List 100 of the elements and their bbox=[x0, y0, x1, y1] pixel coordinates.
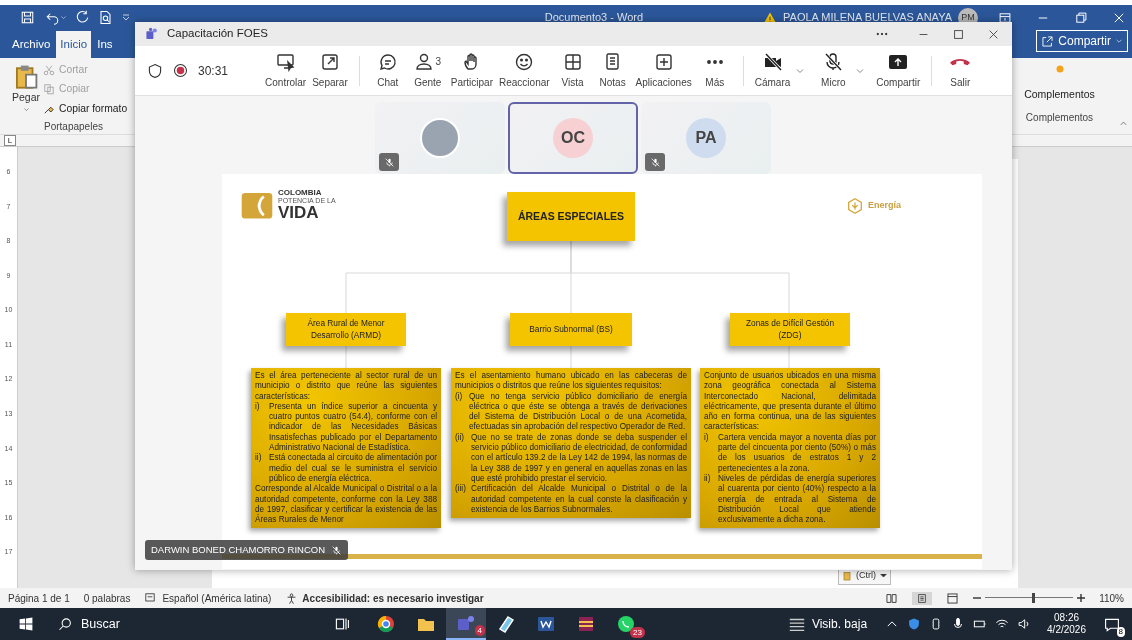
people-button[interactable]: 3 Gente bbox=[407, 51, 448, 90]
caret-icon bbox=[880, 573, 887, 579]
description-text: Es el asentamiento humano ubicado en las cabeceras de municipios o distritos que reúne los siguientes requisitos: bbox=[455, 371, 687, 392]
taskbar-app[interactable]: 23 bbox=[606, 608, 646, 640]
ribbon-tab[interactable]: Ins bbox=[93, 30, 117, 58]
zoom-slider[interactable] bbox=[985, 593, 1074, 603]
clock-date[interactable]: 4/2/2026 bbox=[1047, 624, 1086, 637]
shield-icon bbox=[147, 62, 163, 79]
logo-text: VIDA bbox=[278, 204, 320, 221]
presenter-name: DARWIN BONED CHAMORRO RINCON bbox=[151, 543, 325, 557]
org-chart-node: Zonas de Difícil Gestión (ZDG) bbox=[730, 313, 850, 346]
page-count: Página 1 de 1 bbox=[8, 591, 70, 606]
notification-count: 4 bbox=[474, 625, 485, 636]
web-layout-icon[interactable] bbox=[946, 591, 960, 605]
video-tile[interactable] bbox=[375, 102, 505, 174]
add-icon bbox=[653, 51, 674, 72]
paste-button[interactable]: Pegar bbox=[12, 62, 41, 119]
maximize-icon[interactable] bbox=[952, 27, 965, 41]
ribbon-tab[interactable]: Archivo bbox=[8, 30, 55, 58]
windows-start-icon[interactable] bbox=[18, 616, 34, 632]
list-item-text: Está conectada al circuito de alimentación por medio del cual se le suministra el servicio público de energía eléctrica. bbox=[269, 453, 437, 484]
video-tile[interactable]: PA bbox=[641, 102, 771, 174]
notes-button[interactable]: Notas bbox=[592, 51, 633, 90]
meeting-title: Capacitación FOES bbox=[167, 26, 268, 42]
save-icon[interactable] bbox=[20, 10, 35, 25]
clock-time[interactable]: 08:26 bbox=[1054, 611, 1080, 624]
participant-avatar: PA bbox=[686, 118, 726, 158]
list-marker: (i) bbox=[455, 391, 464, 403]
org-chart-node: ÁREAS ESPECIALES bbox=[507, 192, 635, 241]
ribbon-tab[interactable]: Inicio bbox=[56, 30, 92, 58]
customize-icon[interactable] bbox=[121, 12, 131, 23]
raise-hand-button[interactable]: Participar bbox=[447, 51, 496, 90]
meeting-timer: 30:31 bbox=[198, 62, 229, 80]
description-text: Es el área perteneciente al sector rural de un municipio o distrito que reúne las siguientes características: bbox=[255, 371, 437, 402]
tab-selector[interactable]: L bbox=[4, 135, 16, 146]
addins-icon bbox=[1054, 64, 1065, 74]
chat-icon bbox=[377, 51, 398, 72]
pop-out-icon bbox=[319, 51, 340, 72]
print-preview-icon[interactable] bbox=[98, 10, 113, 25]
energy-logo-icon bbox=[846, 196, 864, 216]
search-box[interactable]: Buscar bbox=[54, 608, 314, 640]
leave-button[interactable]: Salir bbox=[940, 51, 981, 90]
addins-button[interactable]: Complementos bbox=[1018, 80, 1101, 110]
microphone-off-icon bbox=[383, 156, 395, 168]
restore-icon[interactable] bbox=[1074, 10, 1088, 25]
teams-icon bbox=[456, 613, 476, 633]
clipboard-icon bbox=[842, 570, 852, 581]
notifications-icon[interactable] bbox=[1104, 616, 1120, 633]
group-label: Portapapeles bbox=[43, 120, 104, 134]
teams-logo-icon bbox=[145, 27, 159, 41]
accessibility-status[interactable]: Accesibilidad: es necesario investigar bbox=[302, 590, 484, 606]
org-chart-node: Área Rural de Menor Desarrollo (ARMD) bbox=[286, 313, 406, 346]
notepad-icon bbox=[496, 614, 516, 634]
control-button[interactable]: Controlar bbox=[262, 51, 310, 90]
people-icon bbox=[414, 51, 435, 72]
react-button[interactable]: Reaccionar bbox=[496, 51, 553, 90]
smiley-icon bbox=[514, 51, 535, 72]
taskbar-app[interactable]: 4 bbox=[446, 608, 486, 640]
share-button[interactable]: Compartir bbox=[1036, 30, 1128, 52]
pop-out-button[interactable]: Separar bbox=[309, 51, 351, 90]
notification-count: 8 bbox=[1116, 627, 1125, 637]
participant-count: 3 bbox=[435, 55, 442, 69]
task-view-icon[interactable] bbox=[334, 616, 350, 632]
ribbon-display-icon[interactable] bbox=[998, 10, 1012, 25]
clipboard-action[interactable]: Copiar formato bbox=[43, 100, 128, 117]
video-tile[interactable]: OC bbox=[508, 102, 638, 174]
list-marker: ii) bbox=[704, 473, 712, 485]
list-marker: (iii) bbox=[455, 484, 467, 496]
list-marker: ii) bbox=[255, 453, 263, 465]
redo-icon[interactable] bbox=[75, 10, 90, 25]
microphone-button[interactable]: Micro bbox=[813, 51, 854, 90]
read-mode-icon[interactable] bbox=[885, 591, 899, 605]
hang-up-icon bbox=[950, 56, 971, 67]
shield-icon[interactable] bbox=[907, 617, 922, 631]
language-status[interactable]: Español (América latina) bbox=[162, 590, 272, 606]
share-screen-button[interactable]: Compartir bbox=[873, 51, 924, 90]
proofing-icon[interactable] bbox=[144, 592, 157, 604]
zoom-level[interactable]: 110% bbox=[1099, 590, 1124, 606]
search-icon bbox=[58, 616, 73, 632]
caret-icon[interactable] bbox=[60, 14, 67, 21]
list-marker: (ii) bbox=[455, 432, 466, 444]
logo-text: COLOMBIA bbox=[278, 189, 323, 197]
weather-text[interactable]: Visib. baja bbox=[811, 615, 868, 633]
window-title: Documento3 - Word bbox=[544, 10, 644, 26]
print-layout-icon[interactable] bbox=[912, 591, 933, 605]
org-chart-node: Barrio Subnormal (BS) bbox=[510, 313, 632, 346]
chat-button[interactable]: Chat bbox=[367, 51, 408, 90]
list-item-text: Que no se trate de zonas donde se deba suspender el servicio público domiciliario de electricidad, de conformidad con el artículo 139.2 de la Ley 142 de 1994, las normas de la Ley 388 de 1997 y en general en aquellas zonas en las que esté prohibido prestar el servicio. bbox=[471, 432, 687, 484]
photo-placeholder bbox=[420, 118, 460, 158]
zoom-in-icon[interactable] bbox=[1077, 594, 1086, 602]
microphone-off-icon bbox=[823, 51, 844, 72]
list-item-text: Presenta un índice superior a cincuenta y cuatro puntos cuatro (54.4), conforme con el indicador de las Necesidades Básicas Insatisfechas publicado por el Departamento Administrativo Nacional de Estadística. bbox=[269, 401, 437, 453]
more-button[interactable]: Más bbox=[694, 51, 735, 90]
participant-avatar: OC bbox=[553, 118, 593, 158]
notification-count: 23 bbox=[630, 627, 645, 638]
camera-button[interactable]: Cámara bbox=[751, 51, 794, 90]
apps-button[interactable]: Aplicaciones bbox=[632, 51, 695, 90]
view-button[interactable]: Vista bbox=[552, 51, 593, 90]
list-item-text: Que no tenga servicio público domiciliario de energía eléctrica o que éste se obtenga a través de derivaciones del Sistema de Distribución Local o de una Acometida, efectuadas sin aprobación del respectivo Operador de Red. bbox=[469, 391, 687, 433]
scissors-icon bbox=[43, 63, 56, 76]
